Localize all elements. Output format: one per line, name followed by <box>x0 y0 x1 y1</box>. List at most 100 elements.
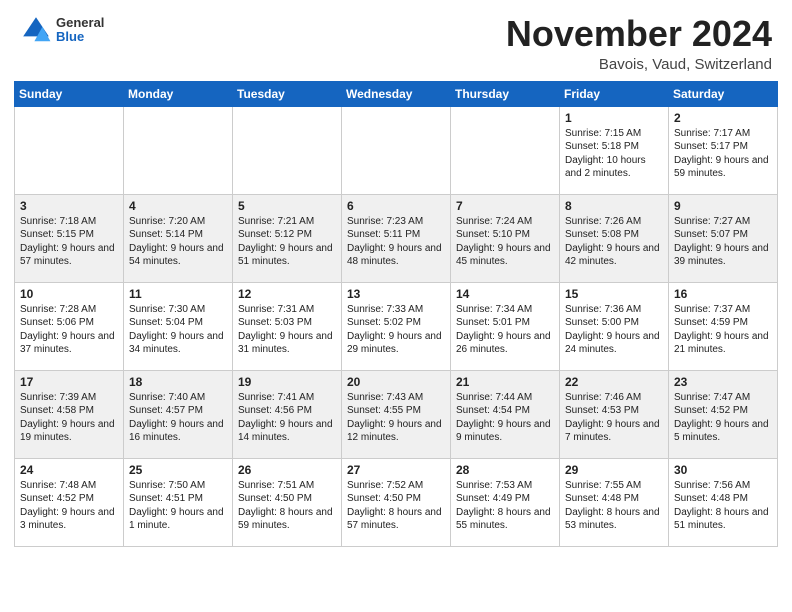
day-number: 26 <box>238 463 336 477</box>
cell-daylight-text: Sunrise: 7:55 AM Sunset: 4:48 PM Dayligh… <box>565 479 663 533</box>
cal-cell: 16Sunrise: 7:37 AM Sunset: 4:59 PM Dayli… <box>669 282 778 370</box>
cal-cell: 24 Sunrise: 7:48 AM Sunset: 4:52 PM Dayli… <box>15 458 124 546</box>
day-number: 18 <box>129 375 227 389</box>
cell-daylight-text: Sunrise: 7:30 AM Sunset: 5:04 PM Dayligh… <box>129 303 227 357</box>
cell-daylight-text: Sunrise: 7:50 AM Sunset: 4:51 PM Dayligh… <box>129 479 227 533</box>
cal-cell: 4Sunrise: 7:20 AM Sunset: 5:14 PM Daylig… <box>124 194 233 282</box>
cal-cell: 14 Sunrise: 7:34 AM Sunset: 5:01 PM Dayli… <box>451 282 560 370</box>
cell-daylight-text: Sunrise: 7:53 AM Sunset: 4:49 PM Dayligh… <box>456 479 554 533</box>
day-header-wednesday: Wednesday <box>342 81 451 106</box>
day-number: 20 <box>347 375 445 389</box>
day-number: 4 <box>129 199 227 213</box>
cal-cell <box>15 106 124 194</box>
cal-cell: 19 Sunrise: 7:41 AM Sunset: 4:56 PM Dayli… <box>233 370 342 458</box>
logo: General Blue <box>20 14 104 46</box>
day-header-sunday: Sunday <box>15 81 124 106</box>
cell-daylight-text: Sunrise: 7:44 AM Sunset: 4:54 PM Dayligh… <box>456 391 554 445</box>
calendar-container: SundayMondayTuesdayWednesdayThursdayFrid… <box>14 81 778 547</box>
page: General Blue November 2024 Bavois, Vaud,… <box>0 0 792 612</box>
cal-cell: 8 Sunrise: 7:26 AM Sunset: 5:08 PM Daylig… <box>560 194 669 282</box>
cal-cell: 9 Sunrise: 7:27 AM Sunset: 5:07 PM Daylig… <box>669 194 778 282</box>
header: General Blue November 2024 Bavois, Vaud,… <box>0 0 792 81</box>
cal-cell: 20 Sunrise: 7:43 AM Sunset: 4:55 PM Dayli… <box>342 370 451 458</box>
cell-daylight-text: Sunrise: 7:56 AM Sunset: 4:48 PM Dayligh… <box>674 479 772 533</box>
cal-cell: 21 Sunrise: 7:44 AM Sunset: 4:54 PM Dayli… <box>451 370 560 458</box>
day-number: 23 <box>674 375 772 389</box>
week-row-2: 10Sunrise: 7:28 AM Sunset: 5:06 PM Dayli… <box>15 282 778 370</box>
cal-cell: 29Sunrise: 7:55 AM Sunset: 4:48 PM Dayli… <box>560 458 669 546</box>
cal-cell: 27 Sunrise: 7:52 AM Sunset: 4:50 PM Dayli… <box>342 458 451 546</box>
week-row-0: 1 Sunrise: 7:15 AM Sunset: 5:18 PM Daylig… <box>15 106 778 194</box>
cell-daylight-text: Sunrise: 7:27 AM Sunset: 5:07 PM Dayligh… <box>674 215 772 269</box>
cal-cell: 23Sunrise: 7:47 AM Sunset: 4:52 PM Dayli… <box>669 370 778 458</box>
day-number: 2 <box>674 111 772 125</box>
cell-daylight-text: Sunrise: 7:48 AM Sunset: 4:52 PM Dayligh… <box>20 479 118 533</box>
day-header-friday: Friday <box>560 81 669 106</box>
cell-daylight-text: Sunrise: 7:31 AM Sunset: 5:03 PM Dayligh… <box>238 303 336 357</box>
cell-daylight-text: Sunrise: 7:17 AM Sunset: 5:17 PM Dayligh… <box>674 127 772 181</box>
cal-cell: 13 Sunrise: 7:33 AM Sunset: 5:02 PM Dayli… <box>342 282 451 370</box>
week-row-4: 24 Sunrise: 7:48 AM Sunset: 4:52 PM Dayli… <box>15 458 778 546</box>
logo-text: General Blue <box>56 16 104 45</box>
cell-daylight-text: Sunrise: 7:52 AM Sunset: 4:50 PM Dayligh… <box>347 479 445 533</box>
cell-daylight-text: Sunrise: 7:21 AM Sunset: 5:12 PM Dayligh… <box>238 215 336 269</box>
day-number: 10 <box>20 287 118 301</box>
logo-general: General <box>56 16 104 30</box>
cell-daylight-text: Sunrise: 7:34 AM Sunset: 5:01 PM Dayligh… <box>456 303 554 357</box>
cal-cell: 1 Sunrise: 7:15 AM Sunset: 5:18 PM Daylig… <box>560 106 669 194</box>
cal-cell: 15 Sunrise: 7:36 AM Sunset: 5:00 PM Dayli… <box>560 282 669 370</box>
cal-cell: 5 Sunrise: 7:21 AM Sunset: 5:12 PM Daylig… <box>233 194 342 282</box>
day-number: 22 <box>565 375 663 389</box>
week-row-3: 17Sunrise: 7:39 AM Sunset: 4:58 PM Dayli… <box>15 370 778 458</box>
cal-cell <box>233 106 342 194</box>
day-number: 12 <box>238 287 336 301</box>
cell-daylight-text: Sunrise: 7:26 AM Sunset: 5:08 PM Dayligh… <box>565 215 663 269</box>
cal-cell: 11 Sunrise: 7:30 AM Sunset: 5:04 PM Dayli… <box>124 282 233 370</box>
day-number: 28 <box>456 463 554 477</box>
calendar-table: SundayMondayTuesdayWednesdayThursdayFrid… <box>14 81 778 547</box>
cal-cell: 25Sunrise: 7:50 AM Sunset: 4:51 PM Dayli… <box>124 458 233 546</box>
day-number: 15 <box>565 287 663 301</box>
day-number: 30 <box>674 463 772 477</box>
day-number: 16 <box>674 287 772 301</box>
week-row-1: 3Sunrise: 7:18 AM Sunset: 5:15 PM Daylig… <box>15 194 778 282</box>
day-number: 1 <box>565 111 663 125</box>
cal-cell: 28 Sunrise: 7:53 AM Sunset: 4:49 PM Dayli… <box>451 458 560 546</box>
day-number: 21 <box>456 375 554 389</box>
cal-cell: 3Sunrise: 7:18 AM Sunset: 5:15 PM Daylig… <box>15 194 124 282</box>
logo-blue: Blue <box>56 30 104 44</box>
cal-cell: 7Sunrise: 7:24 AM Sunset: 5:10 PM Daylig… <box>451 194 560 282</box>
cal-cell <box>342 106 451 194</box>
logo-icon <box>20 14 52 46</box>
day-number: 19 <box>238 375 336 389</box>
day-number: 5 <box>238 199 336 213</box>
cell-daylight-text: Sunrise: 7:41 AM Sunset: 4:56 PM Dayligh… <box>238 391 336 445</box>
day-number: 24 <box>20 463 118 477</box>
cell-daylight-text: Sunrise: 7:24 AM Sunset: 5:10 PM Dayligh… <box>456 215 554 269</box>
day-number: 8 <box>565 199 663 213</box>
cell-daylight-text: Sunrise: 7:43 AM Sunset: 4:55 PM Dayligh… <box>347 391 445 445</box>
cell-daylight-text: Sunrise: 7:15 AM Sunset: 5:18 PM Dayligh… <box>565 127 663 181</box>
location: Bavois, Vaud, Switzerland <box>506 56 772 73</box>
day-header-tuesday: Tuesday <box>233 81 342 106</box>
cell-daylight-text: Sunrise: 7:36 AM Sunset: 5:00 PM Dayligh… <box>565 303 663 357</box>
title-block: November 2024 Bavois, Vaud, Switzerland <box>506 14 772 73</box>
cal-cell: 22 Sunrise: 7:46 AM Sunset: 4:53 PM Dayli… <box>560 370 669 458</box>
cell-daylight-text: Sunrise: 7:33 AM Sunset: 5:02 PM Dayligh… <box>347 303 445 357</box>
day-number: 13 <box>347 287 445 301</box>
day-number: 11 <box>129 287 227 301</box>
cal-cell: 30 Sunrise: 7:56 AM Sunset: 4:48 PM Dayli… <box>669 458 778 546</box>
cell-daylight-text: Sunrise: 7:39 AM Sunset: 4:58 PM Dayligh… <box>20 391 118 445</box>
day-header-row: SundayMondayTuesdayWednesdayThursdayFrid… <box>15 81 778 106</box>
cal-cell: 18Sunrise: 7:40 AM Sunset: 4:57 PM Dayli… <box>124 370 233 458</box>
day-number: 27 <box>347 463 445 477</box>
day-number: 3 <box>20 199 118 213</box>
day-number: 14 <box>456 287 554 301</box>
cal-cell: 2 Sunrise: 7:17 AM Sunset: 5:17 PM Daylig… <box>669 106 778 194</box>
day-header-monday: Monday <box>124 81 233 106</box>
cell-daylight-text: Sunrise: 7:46 AM Sunset: 4:53 PM Dayligh… <box>565 391 663 445</box>
cal-cell: 26Sunrise: 7:51 AM Sunset: 4:50 PM Dayli… <box>233 458 342 546</box>
day-header-thursday: Thursday <box>451 81 560 106</box>
day-number: 9 <box>674 199 772 213</box>
cal-cell: 6Sunrise: 7:23 AM Sunset: 5:11 PM Daylig… <box>342 194 451 282</box>
